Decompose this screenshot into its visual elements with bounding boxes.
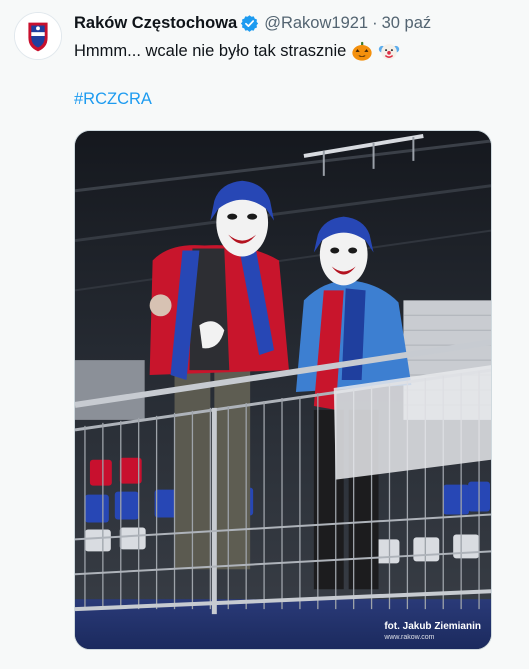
tweet-body: Hmmm... wcale nie było tak strasznie (74, 42, 347, 60)
verified-badge-icon[interactable] (240, 14, 259, 33)
photo-credit: fot. Jakub Ziemianin www.rakow.com (384, 621, 481, 643)
photo-image (75, 131, 491, 649)
author-name[interactable]: Raków Częstochowa (74, 14, 237, 33)
tweet-header: Raków Częstochowa @Rakow1921 · 30 paź (74, 12, 431, 34)
author-handle[interactable]: @Rakow1921 (264, 14, 368, 33)
tweet-text: Hmmm... wcale nie było tak strasznie (74, 40, 514, 62)
separator: · (372, 13, 378, 32)
photo-credit-url: www.rakow.com (384, 634, 435, 641)
clown-face-icon (378, 40, 400, 62)
photo-credit-author: fot. Jakub Ziemianin (384, 621, 481, 632)
tweet[interactable]: Raków Częstochowa @Rakow1921 · 30 paź Hm… (0, 0, 529, 669)
hashtag-link[interactable]: #RCZCRA (74, 90, 152, 109)
tweet-date[interactable]: 30 paź (382, 14, 432, 33)
club-crest-icon (15, 13, 61, 59)
jack-o-lantern-icon (351, 40, 373, 62)
tweet-photo[interactable]: fot. Jakub Ziemianin www.rakow.com (74, 130, 492, 650)
avatar[interactable] (14, 12, 62, 60)
